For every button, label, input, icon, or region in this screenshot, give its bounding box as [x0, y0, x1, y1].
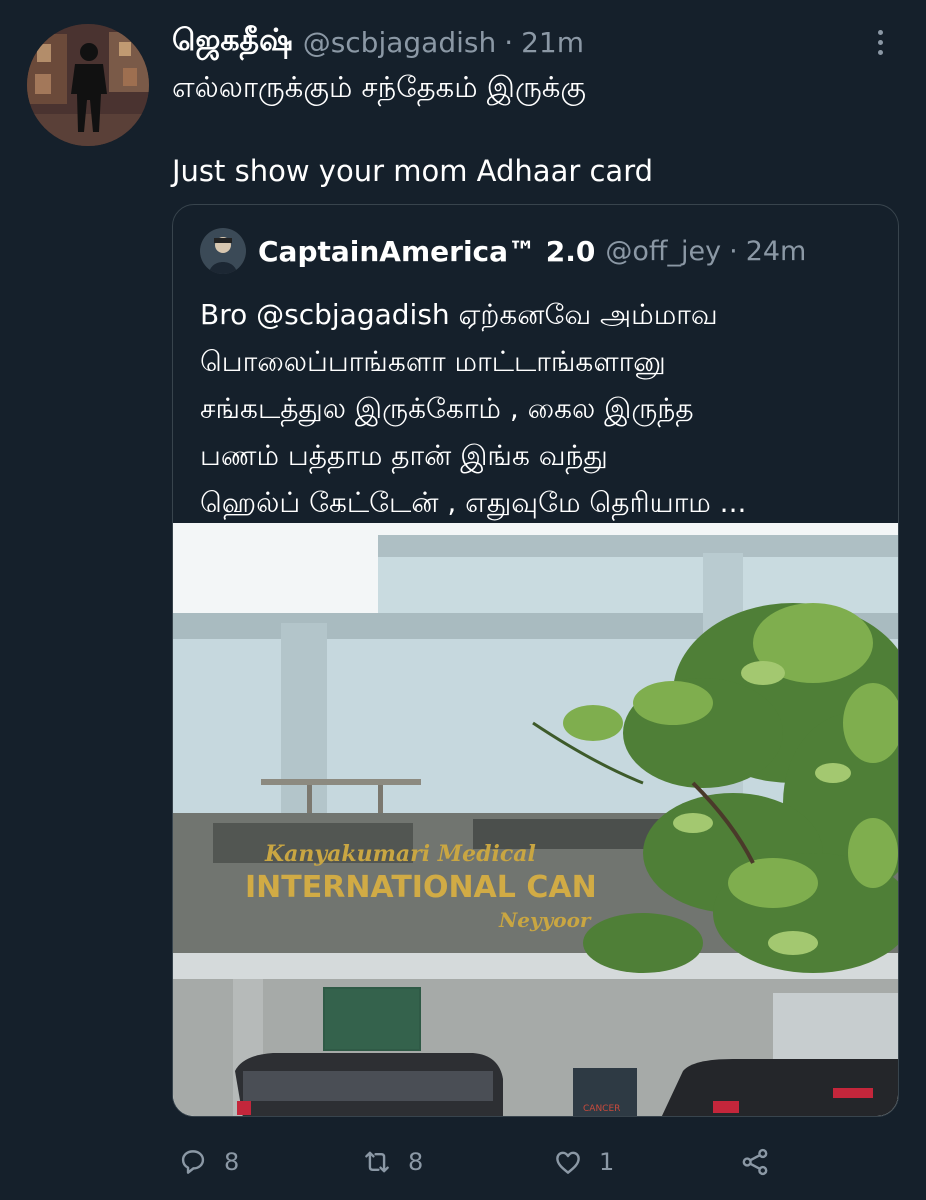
quoted-tweet-image[interactable]: Kanyakumari Medical INTERNATIONAL CAN Ne… [173, 523, 898, 1116]
tweet-timestamp[interactable]: 21m [521, 26, 584, 59]
reply-button[interactable]: 8 [176, 1140, 239, 1184]
quoted-author-display-name: CaptainAmerica™ 2.0 [258, 234, 596, 268]
quoted-author-handle: @off_jey [605, 235, 722, 267]
tweet-header: ஜெகதீஷ் @scbjagadish · 21m [172, 22, 584, 62]
like-button[interactable]: 1 [551, 1140, 614, 1184]
tweet-text-line: எல்லாருக்கும் சந்தேகம் இருக்கு [172, 70, 586, 104]
author-avatar[interactable] [27, 24, 149, 146]
tweet-actions: 8 8 1 [176, 1140, 796, 1184]
separator-dot: · [729, 235, 738, 267]
door-sign-text: CANCER [583, 1104, 620, 1114]
hospital-building-photo: Kanyakumari Medical INTERNATIONAL CAN Ne… [173, 523, 898, 1116]
quoted-tweet-header: CaptainAmerica™ 2.0 @off_jey · 24m [200, 227, 806, 275]
sign-text-line2: INTERNATIONAL CAN [245, 870, 597, 905]
quoted-tweet-timestamp: 24m [745, 235, 807, 267]
share-icon [742, 1148, 768, 1176]
tweet-text-line: Just show your mom Adhaar card [172, 154, 654, 188]
avatar-person-silhouette-icon [27, 24, 149, 146]
reply-count: 8 [224, 1148, 240, 1176]
quoted-text-line: ஹெல்ப் கேட்டேன் , எதுவுமே தெரியாம ... [200, 486, 747, 519]
more-options-icon[interactable] [866, 22, 894, 62]
more-dot [877, 49, 883, 55]
quoted-text-line: சங்கடத்துல இருக்கோம் , கைல இருந்த [200, 392, 694, 425]
separator-dot: · [504, 25, 514, 59]
author-display-name[interactable]: ஜெகதீஷ் [172, 23, 293, 62]
like-count: 1 [599, 1148, 615, 1176]
retweet-count: 8 [408, 1148, 424, 1176]
quoted-text-line: பணம் பத்தாம தான் இங்க வந்து [200, 439, 608, 472]
more-dot [877, 29, 883, 35]
quoted-text-line: Bro @scbjagadish ஏற்கனவே அம்மாவ [200, 298, 718, 331]
author-handle[interactable]: @scbjagadish [303, 26, 497, 59]
heart-icon [556, 1151, 580, 1174]
tweet-text: எல்லாருக்கும் சந்தேகம் இருக்கு Just show… [172, 66, 892, 192]
sign-text-line1: Kanyakumari Medical [264, 841, 536, 867]
tweet: ஜெகதீஷ் @scbjagadish · 21m எல்லாருக்கும்… [0, 0, 926, 1200]
quoted-text-line: பொலைப்பாங்களா மாட்டாங்களானு [200, 345, 666, 378]
quoted-tweet[interactable]: CaptainAmerica™ 2.0 @off_jey · 24m Bro @… [172, 204, 899, 1117]
share-button[interactable] [738, 1140, 772, 1184]
avatar-person-icon [200, 228, 246, 274]
sign-text-line3: Neyyoor [498, 908, 592, 932]
quoted-author-avatar [200, 228, 246, 274]
more-dot [877, 39, 883, 45]
retweet-button[interactable]: 8 [360, 1140, 423, 1184]
reply-icon [181, 1150, 205, 1174]
retweet-icon [365, 1151, 389, 1173]
quoted-tweet-text: Bro @scbjagadish ஏற்கனவே அம்மாவ பொலைப்பா… [200, 291, 880, 526]
